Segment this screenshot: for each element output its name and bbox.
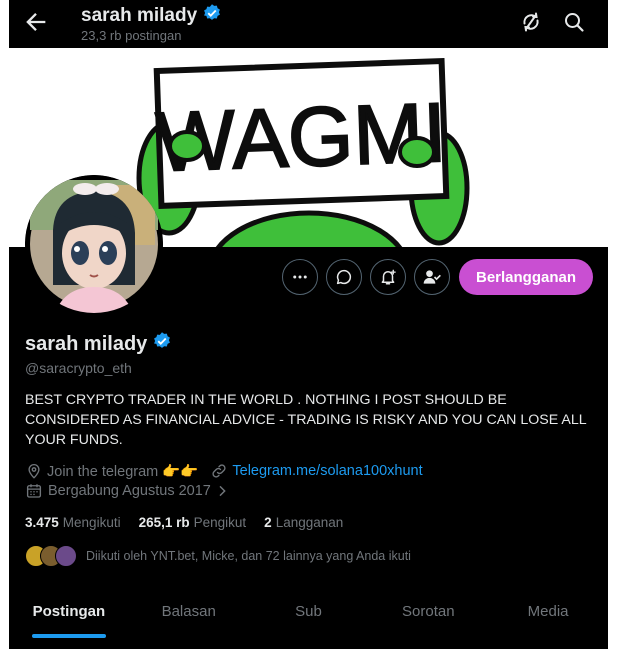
followers-label: Pengikut bbox=[193, 515, 247, 530]
tab-label: Sub bbox=[295, 603, 322, 620]
following-user-icon bbox=[423, 270, 441, 284]
avatar[interactable] bbox=[25, 175, 163, 313]
website-link[interactable]: Telegram.me/solana100xhunt bbox=[232, 463, 422, 479]
notification-bell-icon bbox=[381, 269, 396, 285]
top-bar: sarah milady 23,3 rb postingan bbox=[9, 0, 608, 48]
profile-stats: 3.475 Mengikuti 265,1 rb Pengikut 2 Langgan… bbox=[25, 515, 343, 530]
followed-by-row[interactable]: Diikuti oleh YNT.bet, Micke, dan 72 lain… bbox=[25, 545, 411, 567]
location-icon bbox=[28, 464, 40, 479]
refresh-icon[interactable] bbox=[519, 10, 543, 34]
post-count: 23,3 rb postingan bbox=[81, 28, 182, 43]
profile-name-text: sarah milady bbox=[25, 332, 148, 355]
following-stat[interactable]: 3.475 Mengikuti bbox=[25, 515, 121, 530]
joined-text: Bergabung Agustus 2017 bbox=[48, 483, 211, 499]
subscriptions-stat[interactable]: 2 Langganan bbox=[264, 515, 343, 530]
following-label: Mengikuti bbox=[62, 515, 121, 530]
tab-label: Balasan bbox=[161, 603, 216, 620]
tab-highlights[interactable]: Sorotan bbox=[368, 590, 488, 638]
location-row: Join the telegram 👉👉 Telegram.me/solana1… bbox=[25, 462, 423, 480]
content-area bbox=[9, 638, 608, 649]
subscriptions-label: Langganan bbox=[275, 515, 344, 530]
message-icon bbox=[336, 269, 352, 285]
followers-stat[interactable]: 265,1 rb Pengikut bbox=[139, 515, 247, 530]
back-arrow-icon[interactable] bbox=[22, 8, 50, 36]
profile-handle: @saracrypto_eth bbox=[25, 360, 132, 376]
verified-badge-icon[interactable] bbox=[152, 331, 172, 357]
tab-sub[interactable]: Sub bbox=[249, 590, 369, 638]
tab-label: Sorotan bbox=[402, 603, 455, 620]
more-button[interactable] bbox=[282, 259, 318, 295]
notification-button[interactable] bbox=[370, 259, 406, 295]
profile-page: sarah milady 23,3 rb postingan WAGMI Ber… bbox=[9, 0, 608, 649]
profile-name: sarah milady bbox=[25, 331, 172, 357]
search-icon[interactable] bbox=[562, 10, 586, 34]
tab-replies[interactable]: Balasan bbox=[129, 590, 249, 638]
link-icon bbox=[212, 464, 226, 478]
header-title: sarah milady bbox=[81, 3, 222, 29]
subscriptions-count: 2 bbox=[264, 515, 272, 530]
more-icon bbox=[293, 275, 307, 279]
chevron-right-icon[interactable] bbox=[214, 483, 230, 499]
profile-tabs: Postingan Balasan Sub Sorotan Media bbox=[9, 590, 608, 639]
subscribe-button[interactable]: Berlangganan bbox=[459, 259, 593, 295]
verified-badge-icon bbox=[202, 3, 222, 29]
header-name: sarah milady bbox=[81, 5, 198, 26]
joined-row: Bergabung Agustus 2017 bbox=[25, 482, 230, 500]
tab-label: Media bbox=[527, 603, 569, 620]
location-text: Join the telegram 👉👉 bbox=[47, 463, 199, 480]
tab-media[interactable]: Media bbox=[488, 590, 608, 638]
following-button[interactable] bbox=[414, 259, 450, 295]
profile-bio: BEST CRYPTO TRADER IN THE WORLD . NOTHIN… bbox=[25, 392, 587, 448]
following-count: 3.475 bbox=[25, 515, 59, 530]
calendar-icon bbox=[26, 484, 42, 498]
tab-label: Postingan bbox=[32, 603, 106, 620]
followers-count: 265,1 rb bbox=[138, 515, 190, 530]
follower-avatar bbox=[55, 545, 77, 567]
tab-posts[interactable]: Postingan bbox=[9, 590, 129, 638]
followed-by-text: Diikuti oleh YNT.bet, Micke, dan 72 lain… bbox=[86, 549, 411, 563]
message-button[interactable] bbox=[326, 259, 362, 295]
